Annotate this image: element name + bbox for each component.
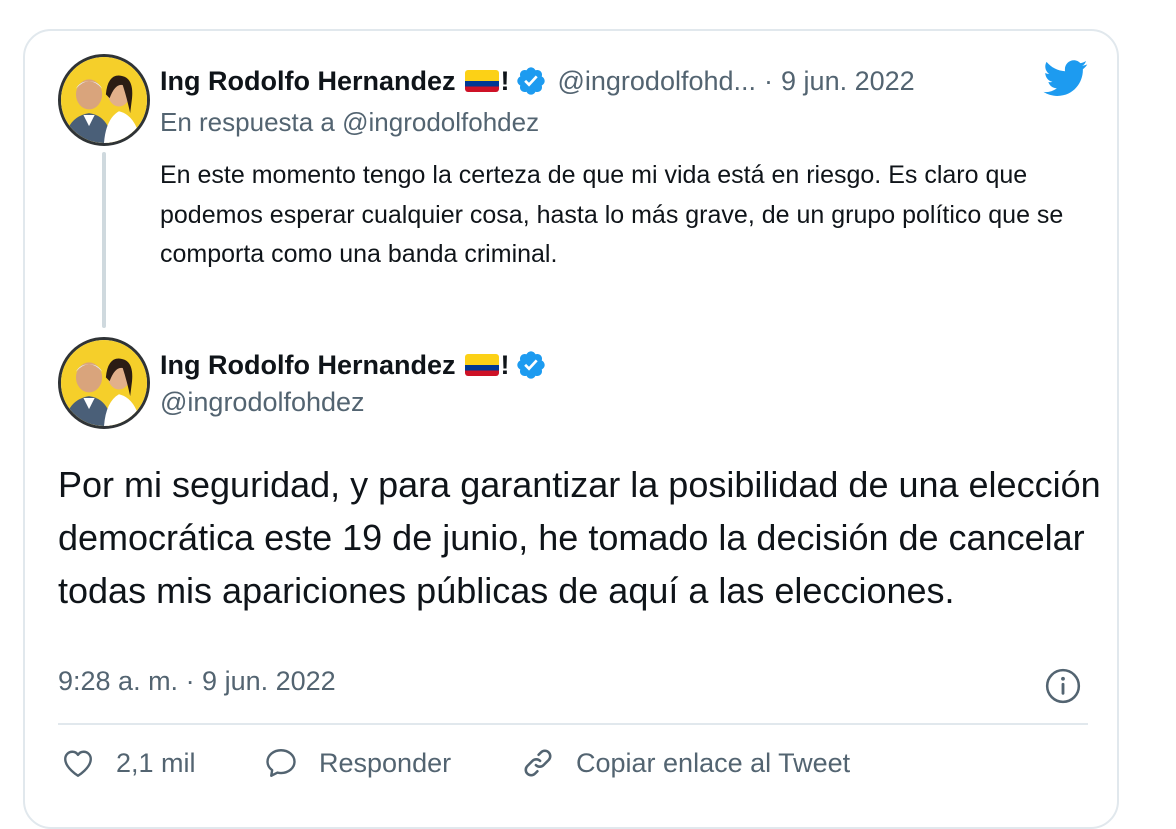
reply-button[interactable]: Responder bbox=[263, 745, 451, 781]
reply-tweet-date[interactable]: 9 jun. 2022 bbox=[781, 66, 915, 97]
reply-author-name[interactable]: Ing Rodolfo Hernandez bbox=[160, 66, 455, 97]
main-tweet-header: Ing Rodolfo Hernandez ! bbox=[160, 345, 547, 385]
like-count: 2,1 mil bbox=[116, 747, 196, 778]
main-tweet-timestamp[interactable]: 9:28 a. m. · 9 jun. 2022 bbox=[58, 666, 336, 697]
verified-badge-icon bbox=[515, 349, 547, 381]
reply-author-handle[interactable]: @ingrodolfohd... bbox=[557, 66, 756, 97]
copy-link-button[interactable]: Copiar enlace al Tweet bbox=[520, 745, 850, 781]
like-button[interactable]: 2,1 mil bbox=[60, 745, 196, 781]
speech-bubble-icon bbox=[263, 745, 299, 781]
name-suffix: ! bbox=[500, 65, 510, 96]
copy-link-label: Copiar enlace al Tweet bbox=[576, 747, 851, 778]
reply-tweet-header: Ing Rodolfo Hernandez ! @ingrodolfohd...… bbox=[160, 61, 915, 101]
name-suffix: ! bbox=[500, 349, 510, 380]
main-author-avatar[interactable] bbox=[58, 337, 150, 429]
colombia-flag-icon bbox=[465, 354, 500, 376]
main-author-name[interactable]: Ing Rodolfo Hernandez bbox=[160, 350, 455, 381]
verified-badge-icon bbox=[515, 65, 547, 97]
colombia-flag-icon bbox=[465, 70, 500, 92]
main-tweet-text: Por mi seguridad, y para garantizar la p… bbox=[58, 464, 1101, 611]
reply-tweet-text: En este momento tengo la certeza de que … bbox=[160, 161, 1064, 268]
reply-label: Responder bbox=[319, 747, 452, 778]
thread-connector-line bbox=[102, 152, 106, 328]
link-icon bbox=[520, 745, 556, 781]
separator-dot: · bbox=[764, 65, 774, 96]
twitter-bird-icon[interactable] bbox=[1042, 56, 1090, 100]
main-author-handle[interactable]: @ingrodolfohdez bbox=[160, 387, 365, 418]
actions-divider bbox=[58, 723, 1088, 725]
reply-author-avatar[interactable] bbox=[58, 54, 150, 146]
info-icon[interactable] bbox=[1044, 667, 1082, 705]
in-reply-to-label[interactable]: En respuesta a @ingrodolfohdez bbox=[160, 107, 539, 138]
embedded-tweet-card bbox=[23, 29, 1119, 829]
heart-icon bbox=[60, 745, 96, 781]
